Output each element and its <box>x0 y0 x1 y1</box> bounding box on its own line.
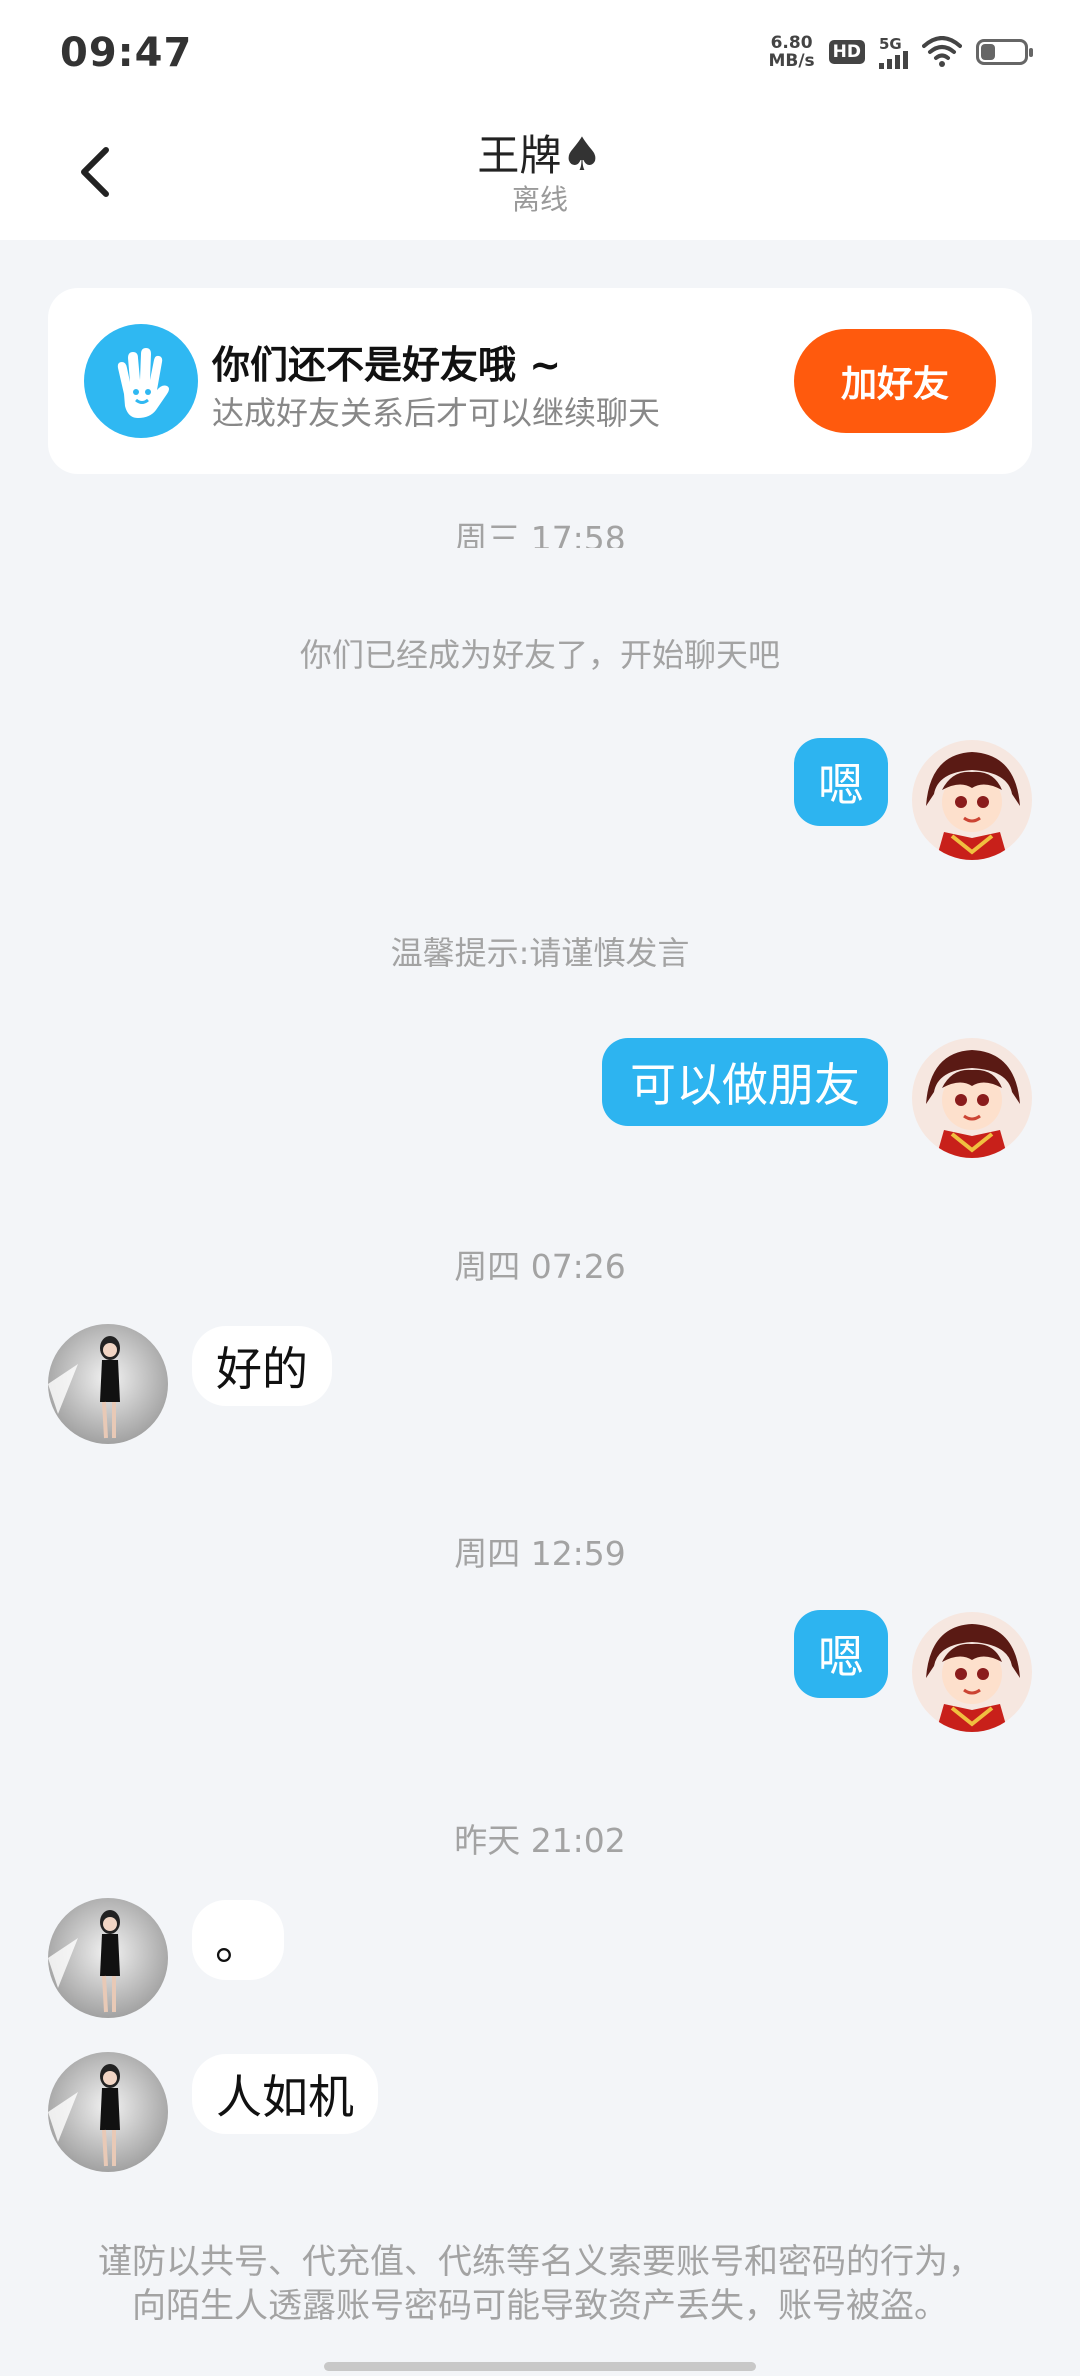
network-speed: 6.80 MB/s <box>768 33 815 71</box>
contact-message-bubble[interactable]: 。 <box>192 1900 284 1980</box>
home-indicator[interactable] <box>324 2362 756 2371</box>
hd-icon: HD <box>828 40 865 64</box>
timestamp: 周三 17:58 <box>454 519 626 548</box>
status-time: 09:47 <box>60 30 193 76</box>
online-status: 离线 <box>511 183 568 216</box>
my-message-bubble[interactable]: 可以做朋友 <box>602 1038 888 1126</box>
timestamp: 周四 07:26 <box>454 1247 626 1286</box>
contact-message-bubble[interactable]: 人如机 <box>192 2054 378 2134</box>
contact-avatar[interactable] <box>48 1324 168 1444</box>
my-avatar[interactable] <box>912 1038 1032 1158</box>
contact-name: 王牌 <box>477 131 562 180</box>
system-message: 你们已经成为好友了，开始聊天吧 <box>299 636 780 674</box>
contact-avatar[interactable] <box>48 2052 168 2172</box>
my-avatar[interactable] <box>912 740 1032 860</box>
chat-title: 王牌♠ <box>0 122 1080 183</box>
not-friend-banner: 你们还不是好友哦 ~ 达成好友关系后才可以继续聊天 加好友 <box>48 288 1032 474</box>
contact-message-bubble[interactable]: 好的 <box>192 1326 332 1406</box>
signal-icon: 5G <box>879 35 908 69</box>
wave-hand-icon <box>84 324 198 438</box>
status-bar: 09:47 6.80 MB/s HD 5G <box>0 0 1080 110</box>
add-friend-button[interactable]: 加好友 <box>794 329 996 433</box>
not-friend-title: 你们还不是好友哦 ~ <box>212 343 562 387</box>
spade-icon: ♠ <box>561 127 603 181</box>
my-message-bubble[interactable]: 嗯 <box>794 738 888 826</box>
status-icons: 6.80 MB/s HD 5G <box>768 33 1033 71</box>
timestamp: 周四 12:59 <box>454 1534 626 1573</box>
not-friend-subtitle: 达成好友关系后才可以继续聊天 <box>212 394 661 432</box>
wifi-icon <box>922 36 962 67</box>
security-notice: 谨防以共号、代充值、代练等名义索要账号和密码的行为， 向陌生人透露账号密码可能导… <box>98 2242 982 2326</box>
battery-icon <box>976 39 1033 65</box>
contact-avatar[interactable] <box>48 1898 168 2018</box>
system-message: 温馨提示:请谨慎发言 <box>390 934 690 972</box>
chat-header: 王牌♠ 离线 <box>0 110 1080 240</box>
timestamp: 昨天 21:02 <box>454 1821 626 1860</box>
my-avatar[interactable] <box>912 1612 1032 1732</box>
my-message-bubble[interactable]: 嗯 <box>794 1610 888 1698</box>
